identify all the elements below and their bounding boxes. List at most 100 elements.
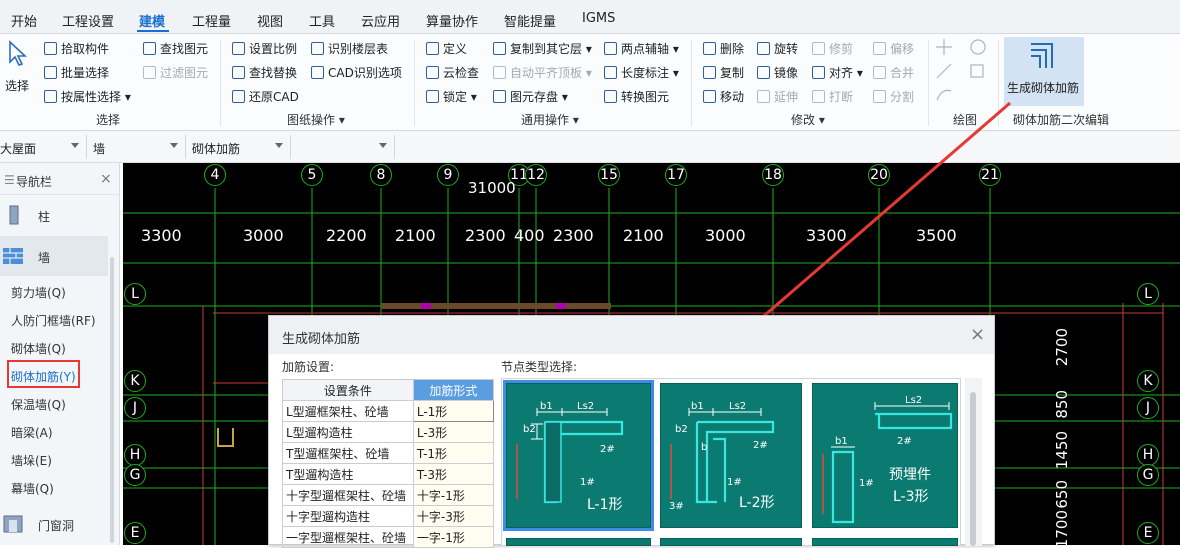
trash-icon <box>703 42 716 55</box>
form-cell[interactable]: T-3形 <box>412 463 495 485</box>
nav-item-wall-pier[interactable]: 墙垛(E) <box>11 452 52 469</box>
define-button[interactable]: 定义 <box>426 40 467 57</box>
axis-bubble: 5 <box>301 164 323 186</box>
form-cell[interactable]: 十字-3形 <box>412 505 495 527</box>
select-by-property-button[interactable]: 按属性选择 ▾ <box>44 88 131 105</box>
form-cell[interactable]: L-3形 <box>412 421 495 443</box>
close-icon[interactable]: × <box>970 324 985 345</box>
table-row[interactable]: 十字型遛构造柱 十字-3形 <box>282 505 495 527</box>
chevron-down-icon[interactable] <box>71 143 79 148</box>
set-scale-button[interactable]: 设置比例 <box>232 40 297 57</box>
split-button[interactable]: 分割 <box>873 88 914 105</box>
tab-quantity[interactable]: 工程量 <box>192 11 231 30</box>
close-icon[interactable]: × <box>100 171 112 187</box>
subtype-select[interactable]: 砌体加筋 <box>192 140 240 157</box>
copy-to-layer-button[interactable]: 复制到其它层 ▾ <box>493 40 592 57</box>
nav-category-wall[interactable]: 墙 <box>0 236 108 276</box>
table-row[interactable]: 一字型遛框架柱、砼墙 一字-1形 <box>282 526 495 548</box>
door-window-icon <box>3 515 23 533</box>
element-store-button[interactable]: 图元存盘 ▾ <box>493 88 568 105</box>
node-option-l3[interactable]: Ls2 b1 2# 1# 预埋件 L-3形 <box>812 383 958 528</box>
menu-icon[interactable]: ☰ <box>4 173 15 187</box>
offset-button[interactable]: 偏移 <box>873 40 914 57</box>
chevron-down-icon[interactable] <box>379 143 387 148</box>
table-row[interactable]: T型遛构造柱 T-3形 <box>282 463 495 485</box>
trim-button[interactable]: 修剪 <box>812 40 853 57</box>
table-row[interactable]: L型遛构造柱 L-3形 <box>282 421 495 443</box>
tab-project-settings[interactable]: 工程设置 <box>62 11 114 30</box>
row-axis-bubble: K <box>124 370 146 392</box>
identify-floor-table-button[interactable]: 识别楼层表 <box>311 40 388 57</box>
tab-igms[interactable]: IGMS <box>582 11 615 26</box>
filter-element-button[interactable]: 过滤图元 <box>143 64 208 81</box>
align-button[interactable]: 对齐 ▾ <box>812 64 863 81</box>
find-icon <box>143 42 156 55</box>
tab-tools[interactable]: 工具 <box>309 11 335 30</box>
generate-masonry-rebar-button[interactable]: 生成砌体加筋 <box>1004 37 1084 106</box>
floor-select[interactable]: 大屋面 <box>0 140 36 157</box>
gallery-scrollbar[interactable] <box>965 378 982 546</box>
length-mark-button[interactable]: 长度标注 ▾ <box>604 64 679 81</box>
tab-start[interactable]: 开始 <box>11 11 37 30</box>
tab-collab[interactable]: 算量协作 <box>426 11 478 30</box>
lock-button[interactable]: 锁定 ▾ <box>426 88 477 105</box>
table-row[interactable]: T型遛框架柱、砼墙 T-1形 <box>282 442 495 464</box>
tab-modeling[interactable]: 建模 <box>139 11 165 30</box>
nav-item-hidden-beam[interactable]: 暗梁(A) <box>11 424 53 441</box>
condition-cell: L型遛框架柱、砼墙 <box>282 400 414 422</box>
form-cell[interactable]: 十字-1形 <box>412 484 495 506</box>
condition-cell: T型遛构造柱 <box>282 463 414 485</box>
nav-item-curtain-wall[interactable]: 幕墙(Q) <box>11 480 54 497</box>
break-icon <box>812 90 825 103</box>
l3-node-diagram <box>822 402 953 524</box>
restore-cad-button[interactable]: 还原CAD <box>232 88 299 105</box>
chevron-down-icon[interactable] <box>170 143 178 148</box>
form-cell[interactable]: L-1形 <box>412 400 495 422</box>
mirror-icon <box>757 66 770 79</box>
delete-button[interactable]: 删除 <box>703 40 744 57</box>
column-header-form[interactable]: 加筋形式 <box>412 379 495 401</box>
two-point-axis-button[interactable]: 两点辅轴 ▾ <box>604 40 679 57</box>
convert-element-button[interactable]: 转换图元 <box>604 88 669 105</box>
tab-cloud[interactable]: 云应用 <box>361 11 400 30</box>
auto-flat-button[interactable]: 自动平齐顶板 ▾ <box>493 64 592 81</box>
batch-select-button[interactable]: 批量选择 <box>44 64 109 81</box>
copy-button[interactable]: 复制 <box>703 64 744 81</box>
nav-item-masonry-rebar[interactable]: 砌体加筋(Y) <box>11 368 76 385</box>
rotate-button[interactable]: 旋转 <box>757 40 798 57</box>
move-button[interactable]: 移动 <box>703 88 744 105</box>
merge-button[interactable]: 合并 <box>873 64 914 81</box>
find-replace-button[interactable]: 查找替换 <box>232 64 297 81</box>
nav-scrollbar[interactable] <box>110 257 114 543</box>
chevron-down-icon[interactable] <box>275 143 283 148</box>
nav-category-door-window[interactable]: 门窗洞 <box>0 505 108 543</box>
table-row[interactable]: L型遛框架柱、砼墙 L-1形 <box>282 400 495 422</box>
node-option-l1[interactable]: b1 Ls2 b2 2# 1# L-1形 <box>503 380 654 531</box>
mirror-button[interactable]: 镜像 <box>757 64 798 81</box>
scroll-thumb[interactable] <box>970 392 976 546</box>
table-row[interactable]: 十字型遛框架柱、砼墙 十字-1形 <box>282 484 495 506</box>
form-cell[interactable]: 一字-1形 <box>412 526 495 548</box>
form-cell[interactable]: T-1形 <box>412 442 495 464</box>
define-icon <box>426 42 439 55</box>
nav-category-column[interactable]: 柱 <box>0 195 108 235</box>
menu-bar: 开始 工程设置 建模 工程量 视图 工具 云应用 算量协作 智能提量 IGMS <box>0 0 1180 34</box>
cad-options-button[interactable]: CAD识别选项 <box>311 64 402 81</box>
row-axis-bubble: L <box>124 283 146 305</box>
nav-item-insulation-wall[interactable]: 保温墙(Q) <box>11 396 66 413</box>
break-button[interactable]: 打断 <box>812 88 853 105</box>
tab-view[interactable]: 视图 <box>257 11 283 30</box>
type-select[interactable]: 墙 <box>93 140 105 157</box>
select-button[interactable]: 选择 <box>5 77 29 94</box>
row-axis-label: G <box>129 467 141 483</box>
row-axis-bubble: E <box>1137 522 1159 544</box>
pick-component-button[interactable]: 拾取构件 <box>44 40 109 57</box>
nav-item-masonry-wall[interactable]: 砌体墙(Q) <box>11 340 66 357</box>
cloud-check-button[interactable]: 云检查 <box>426 64 479 81</box>
find-element-button[interactable]: 查找图元 <box>143 40 208 57</box>
extend-button[interactable]: 延伸 <box>757 88 798 105</box>
node-option-l2[interactable]: b1 Ls2 b2 b 2# 1# 3# L-2形 <box>660 383 802 528</box>
tab-smart-extract[interactable]: 智能提量 <box>504 11 556 30</box>
nav-item-shear-wall[interactable]: 剪力墙(Q) <box>11 284 66 301</box>
nav-item-civil-defense-wall[interactable]: 人防门框墙(RF) <box>11 312 96 329</box>
